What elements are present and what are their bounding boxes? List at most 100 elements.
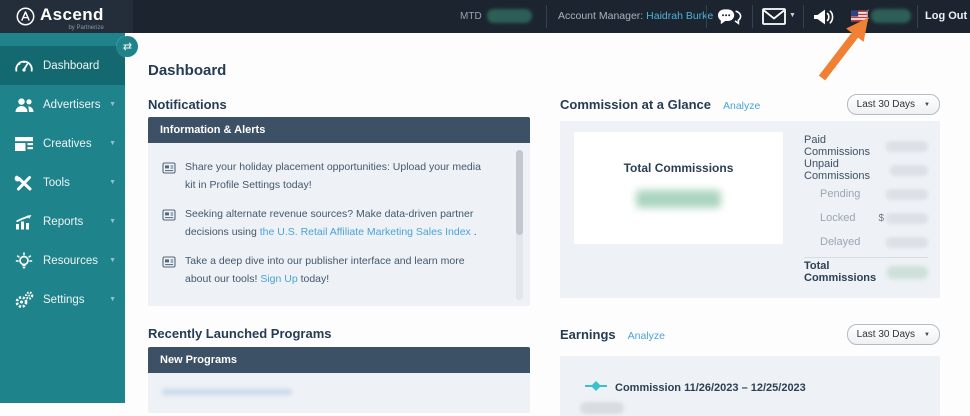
sidebar-item-tools[interactable]: Tools ▼ [0, 163, 125, 202]
commission-analyze-link[interactable]: Analyze [723, 100, 760, 112]
ascend-logo-icon [16, 7, 35, 31]
topbar-divider [752, 5, 753, 28]
commission-row-label: Total Commissions [804, 260, 887, 284]
notification-text-segment: today! [298, 273, 330, 285]
sidebar-item-advertisers[interactable]: Advertisers ▼ [0, 85, 125, 124]
commission-row-label: Delayed [820, 236, 860, 248]
notifications-scrollbar-track[interactable] [516, 150, 523, 300]
commission-row-label: Locked [820, 212, 855, 224]
gears-icon [12, 291, 36, 309]
programs-heading: Recently Launched Programs [148, 326, 332, 341]
notifications-scrollbar-thumb[interactable] [516, 150, 523, 235]
brand-subtitle: by Partnerize [68, 25, 103, 31]
notification-text-segment: Share your holiday placement opportuniti… [185, 161, 481, 191]
chevron-down-icon: ▼ [109, 101, 116, 108]
divider [804, 257, 928, 258]
programs-section: Recently Launched Programs New Programs [148, 326, 530, 413]
chart-icon [12, 214, 36, 230]
total-commissions-card: Total Commissions [574, 132, 783, 244]
sidebar-item-dashboard[interactable]: Dashboard [0, 46, 125, 85]
chevron-down-icon: ▼ [109, 296, 116, 303]
caret-down-icon: ▼ [924, 102, 930, 108]
notifications-heading: Notifications [148, 97, 227, 112]
chevron-down-icon: ▼ [109, 218, 116, 225]
sidebar-item-label: Reports [43, 216, 83, 228]
mail-caret-down-icon[interactable]: ▼ [789, 12, 796, 19]
commission-value-redacted [886, 141, 928, 152]
notification-item: Share your holiday placement opportuniti… [162, 158, 486, 195]
new-programs-header: New Programs [148, 347, 530, 373]
earnings-legend-label: Commission 11/26/2023 – 12/25/2023 [615, 382, 806, 394]
tools-icon [12, 174, 36, 192]
program-link-partial [162, 389, 292, 395]
mtd-value-redacted [487, 9, 532, 23]
notification-text: Share your holiday placement opportuniti… [185, 158, 486, 195]
chevron-down-icon: ▼ [109, 179, 116, 186]
commission-value-redacted [890, 165, 928, 176]
username-paren: ( [866, 9, 869, 20]
mail-icon[interactable] [762, 8, 786, 25]
programs-list [148, 373, 530, 413]
earnings-heading: Earnings [560, 327, 616, 342]
earnings-analyze-link[interactable]: Analyze [628, 330, 665, 342]
logout-button[interactable]: Log Out [925, 10, 967, 22]
commission-row-locked: Locked $ [804, 206, 928, 230]
chat-icon[interactable] [716, 7, 743, 26]
topbar-divider [546, 5, 547, 28]
sidebar-item-label: Dashboard [43, 60, 99, 72]
sidebar-item-label: Settings [43, 294, 85, 306]
range-dropdown-value: Last 30 Days [857, 99, 915, 110]
topbar-divider [706, 5, 707, 28]
caret-down-icon: ▼ [924, 332, 930, 338]
commission-row-delayed: Delayed [804, 230, 928, 254]
notifications-list: Share your holiday placement opportuniti… [148, 143, 530, 306]
account-manager-name-link[interactable]: Haidrah Burke [646, 10, 713, 22]
earnings-value-partial-redacted [580, 402, 624, 414]
people-icon [12, 97, 36, 113]
commission-value-redacted [886, 213, 928, 224]
sign-up-link[interactable]: Sign Up [260, 273, 297, 285]
sidebar-item-resources[interactable]: Resources ▼ [0, 241, 125, 280]
news-icon [162, 162, 176, 195]
megaphone-icon[interactable] [812, 8, 835, 26]
ascend-logo[interactable]: Ascend by Partnerize [16, 6, 104, 31]
commission-section: Commission at a Glance Analyze Last 30 D… [560, 97, 940, 298]
information-alerts-header: Information & Alerts [148, 117, 530, 143]
commission-row-label: Unpaid Commissions [804, 158, 890, 182]
total-commissions-value-redacted [636, 190, 721, 208]
brand-name: Ascend [40, 6, 104, 24]
sidebar-item-label: Resources [43, 255, 98, 267]
commission-row-paid: Paid Commissions [804, 134, 928, 158]
commission-row-total: Total Commissions [804, 260, 928, 284]
earnings-range-dropdown[interactable]: Last 30 Days ▼ [847, 324, 940, 345]
commission-row-label: Pending [820, 188, 860, 200]
line-diamond-marker-icon [585, 381, 607, 394]
commission-range-dropdown[interactable]: Last 30 Days ▼ [847, 94, 940, 115]
notifications-section: Notifications Information & Alerts Share… [148, 97, 530, 306]
notification-text-segment: . [471, 226, 477, 238]
earnings-panel: Commission 11/26/2023 – 12/25/2023 [560, 356, 940, 416]
chevron-down-icon: ▼ [109, 140, 116, 147]
notification-text: Seeking alternate revenue sources? Make … [185, 205, 486, 242]
sidebar-collapse-toggle[interactable]: ⇄ [117, 36, 138, 57]
sidebar-item-label: Creatives [43, 138, 92, 150]
account-manager-label: Account Manager: [558, 10, 643, 22]
commission-row-label: Paid Commissions [804, 134, 886, 158]
commission-heading: Commission at a Glance [560, 97, 711, 112]
sidebar-navigation: Dashboard Advertisers ▼ [0, 33, 125, 403]
total-commissions-card-title: Total Commissions [574, 161, 783, 175]
currency-prefix: $ [878, 213, 884, 224]
username-redacted[interactable] [871, 9, 911, 23]
page-title: Dashboard [148, 62, 226, 79]
notification-item: Seeking alternate revenue sources? Make … [162, 205, 486, 242]
commission-value-redacted [886, 237, 928, 248]
sidebar-item-reports[interactable]: Reports ▼ [0, 202, 125, 241]
layout-icon [12, 136, 36, 152]
news-icon [162, 209, 176, 242]
sidebar-item-creatives[interactable]: Creatives ▼ [0, 124, 125, 163]
topbar-divider [803, 5, 804, 28]
sales-index-link[interactable]: the U.S. Retail Affiliate Marketing Sale… [260, 226, 471, 238]
notification-item: Take a deep dive into our publisher inte… [162, 252, 486, 289]
sidebar-item-settings[interactable]: Settings ▼ [0, 280, 125, 319]
sidebar-item-label: Advertisers [43, 99, 101, 111]
